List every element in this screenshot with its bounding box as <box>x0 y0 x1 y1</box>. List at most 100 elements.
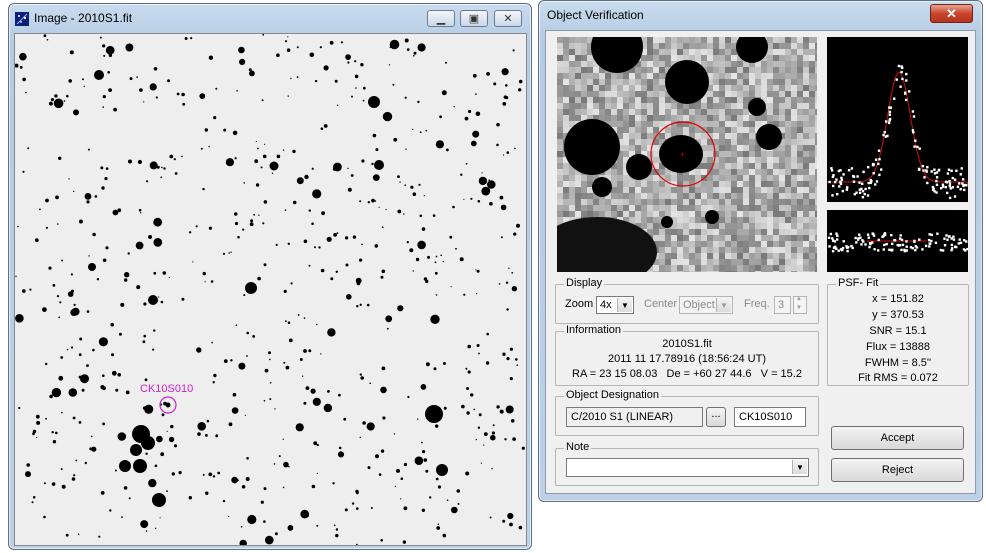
star <box>246 355 248 357</box>
psf-data-point <box>883 131 886 134</box>
star <box>181 155 183 158</box>
spin-up-icon[interactable]: ▲ <box>796 296 802 302</box>
noise-pixel <box>611 91 617 97</box>
center-select[interactable]: Object ▼ <box>679 296 733 314</box>
star <box>263 200 268 204</box>
noise-pixel <box>719 61 725 67</box>
star <box>308 349 312 353</box>
noise-pixel <box>653 205 659 211</box>
noise-pixel <box>737 163 743 169</box>
noise-pixel <box>683 271 689 272</box>
noise-pixel <box>557 211 563 217</box>
residual-point <box>927 238 931 242</box>
noise-pixel <box>563 205 569 211</box>
noise-pixel <box>773 85 779 91</box>
close-icon: ✕ <box>503 13 513 25</box>
noise-pixel <box>683 211 689 217</box>
noise-pixel <box>761 247 767 253</box>
star <box>262 154 267 159</box>
noise-pixel <box>563 163 569 169</box>
residual-point <box>831 237 834 240</box>
minimize-button[interactable]: ▁ <box>427 10 455 27</box>
psf-data-point <box>956 185 960 188</box>
noise-pixel <box>761 211 767 217</box>
star <box>476 269 480 273</box>
noise-pixel <box>641 223 647 229</box>
noise-pixel <box>773 187 779 193</box>
noise-pixel <box>665 37 671 43</box>
bright-star <box>133 459 147 473</box>
noise-pixel <box>791 247 797 253</box>
noise-pixel <box>791 169 797 175</box>
noise-pixel <box>563 67 569 73</box>
close-button[interactable]: ✕ <box>494 10 522 27</box>
noise-pixel <box>701 241 707 247</box>
star <box>161 413 165 417</box>
noise-pixel <box>767 193 773 199</box>
noise-pixel <box>581 211 587 217</box>
reject-button[interactable]: Reject <box>831 458 964 482</box>
noise-pixel <box>647 109 653 115</box>
noise-pixel <box>659 259 665 265</box>
note-input[interactable]: ▼ <box>566 458 809 477</box>
star <box>153 67 158 71</box>
designation-code-field[interactable]: CK10S010 <box>734 407 806 427</box>
noise-pixel <box>593 67 599 73</box>
noise-pixel <box>725 85 731 91</box>
spin-down-icon[interactable]: ▼ <box>796 305 802 311</box>
noise-pixel <box>743 211 749 217</box>
noise-pixel <box>809 73 815 79</box>
accept-button[interactable]: Accept <box>831 426 964 450</box>
designation-name-field[interactable]: C/2010 S1 (LINEAR) <box>566 407 703 427</box>
noise-pixel <box>575 199 581 205</box>
image-window-titlebar[interactable]: Image - 2010S1.fit ▁ ▣ ✕ <box>9 4 531 32</box>
star-field-canvas[interactable] <box>15 34 526 545</box>
noise-pixel <box>725 271 731 272</box>
noise-pixel <box>755 253 761 259</box>
star <box>129 77 133 81</box>
star <box>86 200 90 204</box>
star <box>504 438 507 441</box>
residual-point <box>858 233 861 236</box>
noise-pixel <box>737 229 743 235</box>
freq-spinner[interactable]: ▲ ▼ <box>793 296 807 314</box>
dialog-close-button[interactable]: ✕ <box>930 4 973 23</box>
noise-pixel <box>743 175 749 181</box>
noise-pixel <box>665 175 671 181</box>
zoomed-object-view[interactable]: + <box>557 37 817 272</box>
zoomed-object-canvas: + <box>557 37 817 272</box>
noise-pixel <box>653 199 659 205</box>
designation-name: C/2010 S1 (LINEAR) <box>571 411 674 423</box>
noise-pixel <box>731 97 737 103</box>
noise-pixel <box>815 211 817 217</box>
restore-button[interactable]: ▣ <box>460 10 488 27</box>
zoom-select[interactable]: 4x ▼ <box>596 296 634 314</box>
star <box>362 421 366 425</box>
noise-pixel <box>707 91 713 97</box>
noise-pixel <box>701 133 707 139</box>
dialog-titlebar[interactable]: Object Verification ✕ <box>539 1 982 29</box>
psf-data-point <box>940 187 943 190</box>
noise-pixel <box>779 151 785 157</box>
star <box>465 162 468 165</box>
noise-pixel <box>785 253 791 259</box>
star-field-image[interactable]: CK10S010 <box>14 33 527 546</box>
noise-pixel <box>767 265 773 271</box>
noise-pixel <box>707 175 713 181</box>
noise-pixel <box>647 73 653 79</box>
noise-pixel <box>731 55 737 61</box>
noise-pixel <box>677 271 683 272</box>
freq-input[interactable]: 3 <box>774 296 791 314</box>
psf-data-point <box>888 110 892 114</box>
noise-pixel <box>785 103 791 109</box>
designation-browse-button[interactable]: ... <box>706 407 726 427</box>
psf-data-point <box>949 187 952 190</box>
noise-pixel <box>701 187 707 193</box>
noise-pixel <box>737 217 743 223</box>
star <box>163 167 166 170</box>
noise-pixel <box>671 271 677 272</box>
star <box>350 174 354 177</box>
noise-pixel <box>755 223 761 229</box>
noise-pixel <box>647 85 653 91</box>
residual-point <box>834 245 837 249</box>
